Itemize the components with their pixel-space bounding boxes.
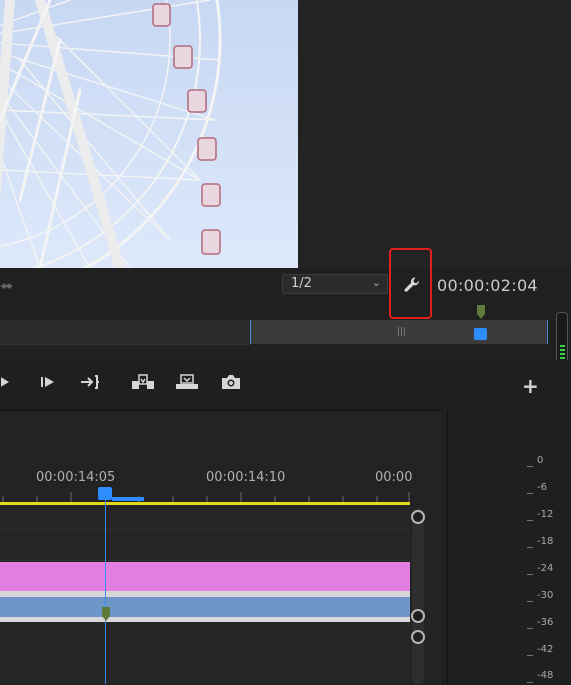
scroll-zoom-handle[interactable] [411, 510, 425, 524]
video-clip[interactable] [0, 562, 410, 591]
db-tick [527, 520, 533, 521]
meter-bar [560, 353, 565, 355]
waveform-icon[interactable]: ◂▸◂▸ [0, 279, 13, 292]
clip-marker-icon[interactable] [102, 607, 110, 621]
scroll-zoom-handle[interactable] [411, 630, 425, 644]
audio-meters-panel [447, 410, 571, 684]
playback-resolution-value: 1/2 [291, 276, 312, 291]
insert-button[interactable] [130, 370, 156, 394]
db-label: -6 [537, 482, 547, 493]
timeline-playhead[interactable] [98, 487, 112, 500]
db-label: -18 [537, 536, 554, 547]
overwrite-button[interactable] [174, 370, 200, 394]
db-label: -36 [537, 617, 554, 628]
meter-bar [560, 357, 565, 359]
highlight-box [389, 248, 432, 319]
db-label: -24 [537, 563, 554, 574]
button-editor-add-button[interactable]: + [522, 374, 539, 398]
db-label: -48 [537, 670, 554, 681]
video-preview[interactable] [0, 0, 298, 268]
db-tick [527, 628, 533, 629]
playhead-tail [112, 497, 144, 501]
marker-icon[interactable] [477, 305, 485, 319]
db-tick [527, 574, 533, 575]
export-frame-button[interactable] [220, 370, 242, 394]
step-forward-button[interactable] [38, 370, 58, 394]
time-ruler[interactable] [0, 492, 410, 502]
db-tick [527, 493, 533, 494]
vertical-scrollbar[interactable] [412, 508, 424, 684]
db-label: -12 [537, 509, 554, 520]
video-track-v1[interactable] [0, 530, 410, 561]
db-tick [527, 682, 533, 683]
meter-bar [560, 349, 565, 351]
go-to-out-icon [81, 375, 99, 389]
play-button[interactable] [0, 370, 12, 394]
db-tick [527, 547, 533, 548]
db-label: -30 [537, 590, 554, 601]
audio-clip[interactable] [0, 597, 410, 617]
ruler-time-label: 00:00 [375, 470, 413, 485]
scroll-zoom-handle[interactable] [411, 609, 425, 623]
camera-icon [222, 375, 240, 389]
db-tick [527, 466, 533, 467]
play-icon [1, 377, 9, 387]
monitor-empty-area [298, 0, 571, 268]
db-tick [527, 655, 533, 656]
zoom-range-grip-icon[interactable]: ||| [397, 327, 406, 337]
ferris-wheel-image [0, 0, 222, 268]
playhead-timecode[interactable]: 00:00:02:04 [437, 276, 538, 295]
monitor-mini-timeline[interactable] [0, 320, 250, 345]
playback-resolution-select[interactable]: 1/2 ⌄ [282, 274, 388, 294]
go-to-out-button[interactable] [78, 370, 102, 394]
db-label: 0 [537, 455, 544, 466]
timeline-playhead-line[interactable] [105, 490, 106, 684]
step-forward-icon [41, 377, 54, 387]
db-label: -42 [537, 644, 554, 655]
audio-track-a2[interactable] [0, 622, 410, 684]
meter-bar [560, 345, 565, 347]
plus-icon: + [522, 374, 539, 398]
monitor-playhead[interactable] [474, 328, 487, 340]
chevron-down-icon: ⌄ [371, 276, 381, 289]
overwrite-icon [176, 374, 198, 389]
ruler-time-label: 00:00:14:10 [206, 470, 286, 485]
ruler-time-label: 00:00:14:05 [36, 470, 116, 485]
video-track-v2[interactable] [0, 505, 410, 530]
insert-icon [132, 374, 154, 389]
db-tick [527, 601, 533, 602]
